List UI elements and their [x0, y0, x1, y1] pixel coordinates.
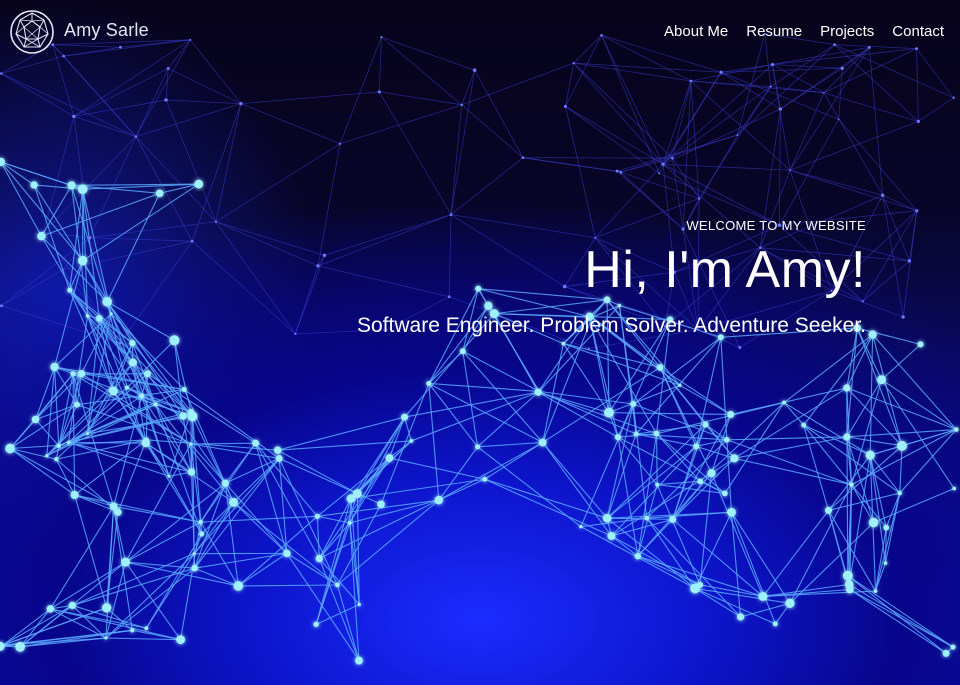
nav-link-contact[interactable]: Contact — [892, 23, 944, 40]
nav-menu: About Me Resume Projects Contact — [664, 23, 944, 40]
nav-link-resume[interactable]: Resume — [746, 23, 802, 40]
brand-name: Amy Sarle — [64, 19, 149, 40]
hero-section: Amy Sarle About Me Resume Projects Conta… — [0, 0, 960, 685]
hero-intro: WELCOME TO MY WEBSITE Hi, I'm Amy! Softw… — [346, 218, 866, 339]
brand-link[interactable]: Amy Sarle — [8, 8, 149, 56]
geodesic-globe-icon — [10, 10, 54, 54]
nav-link-projects[interactable]: Projects — [820, 23, 874, 40]
hero-tagline: Software Engineer. Problem Solver. Adven… — [357, 314, 866, 337]
hero-heading: Hi, I'm Amy! — [584, 241, 866, 299]
network-background-graphic — [0, 32, 959, 665]
top-navigation: Amy Sarle About Me Resume Projects Conta… — [0, 0, 960, 64]
welcome-text: WELCOME TO MY WEBSITE — [686, 218, 866, 233]
nav-link-about-me[interactable]: About Me — [664, 23, 728, 40]
